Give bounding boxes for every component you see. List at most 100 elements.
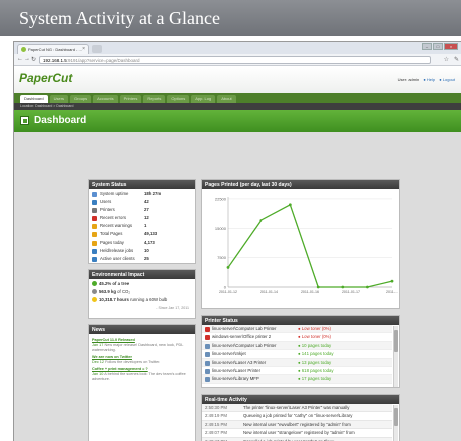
printer-name: linux-server\Computer Lab Printer [212, 326, 277, 331]
user-links: User: admin ● Help ● Logout [398, 77, 455, 82]
trees-row: 45.2% of a tree [92, 280, 192, 288]
maximize-button[interactable]: □ [433, 43, 443, 50]
printer-row[interactable]: linux-server\Laser Printer ● 618 pages to… [202, 367, 392, 376]
status-value: 42 [144, 199, 149, 205]
activity-list: 2:50:30 PM The printer "linux-server\Lase… [202, 404, 392, 441]
printer-status-list: linux-server\Computer Lab Printer ● Low t… [202, 325, 392, 384]
client-icon [92, 256, 97, 262]
printer-status-panel: Printer Status linux-server\Computer Lab… [201, 315, 400, 388]
reload-icon[interactable]: ↻ [31, 56, 36, 63]
bookmark-star-icon[interactable]: ☆ [444, 56, 449, 63]
help-link[interactable]: ● Help [423, 77, 435, 82]
nav-tab-users[interactable]: Users [49, 95, 69, 103]
nav-tab-about[interactable]: About [217, 95, 236, 103]
status-row: Total Pages 49,133 [89, 230, 195, 238]
activity-scroll-thumb[interactable] [394, 408, 398, 426]
pages-today-icon [92, 240, 97, 246]
nav-tab-dashboard[interactable]: Dashboard [20, 95, 48, 103]
printer-status-text: ● 17 pages today [298, 376, 332, 382]
favicon-icon [21, 47, 26, 53]
x-tick-label: 2011-01-12 [219, 290, 237, 294]
printer-name: linux-server\Computer Lab Printer [212, 342, 277, 348]
activity-row: 2:49:07 PM New internal user "strangelove… [202, 429, 392, 438]
status-row: Users 42 [89, 198, 195, 206]
breadcrumb: Location: Dashboard > Dashboard [14, 103, 461, 110]
activity-message: New internal user "ewvulbert" registered… [243, 421, 351, 427]
status-row: Active user clients 25 [89, 255, 195, 263]
activity-row: 2:49:15 PM New internal user "ewvulbert" … [202, 420, 392, 430]
status-label: Recent errors [100, 215, 127, 221]
forward-icon[interactable]: → [24, 56, 30, 62]
printer-row[interactable]: windows-server\Office printer 2 ● Low ton… [202, 333, 392, 342]
status-row: System uptime 18h 27m [89, 190, 195, 198]
printer-icon [205, 360, 210, 366]
news-list: PaperCut 11.0 Released Jan 17 New major r… [89, 334, 195, 386]
printer-status-scroll-thumb[interactable] [394, 330, 398, 352]
status-label: System uptime [100, 191, 129, 196]
status-label: Printers [100, 207, 115, 213]
status-value: 4,173 [144, 239, 155, 245]
bulb-value: 10,318.7 hours [99, 297, 129, 302]
page-title: Dashboard [34, 115, 87, 126]
nav-tab-reports[interactable]: Reports [143, 95, 166, 103]
browser-tab[interactable]: PaperCut NG : Dashboard - ... × [17, 44, 89, 54]
pages-printed-panel: Pages Printed (per day, last 30 days) 0 7… [201, 179, 400, 309]
printer-name: linux-server\Inkjet [212, 351, 246, 357]
user-label: User: admin [397, 77, 420, 82]
activity-row: 2:49:47 PM Cancelled a job printed by use… [202, 437, 392, 441]
url-path: :9191/app?service=page/Dashboard [66, 58, 140, 63]
activity-scrollbar[interactable] [393, 405, 398, 441]
status-value: 18h 27m [144, 191, 162, 196]
clock-icon [92, 192, 97, 197]
x-tick-label: 2011-01-14 [260, 290, 278, 294]
news-item-body: Jan 10 A behind the scenes look: The dev… [92, 372, 192, 382]
printer-status-value: Low toner (0%) [301, 334, 331, 340]
printer-status-title: Printer Status [202, 316, 399, 325]
news-item-body: Dec 12 Follow the developers on Twitter. [92, 360, 192, 365]
url-input[interactable]: 192.168.1.5:9191/app?service=page/Dashbo… [39, 56, 431, 64]
wrench-icon[interactable]: ✎ [454, 56, 459, 63]
printer-row[interactable]: linux-server\Computer Lab Printer ● 10 pa… [202, 341, 392, 351]
new-tab-button[interactable] [92, 45, 102, 53]
status-label: Held/release jobs [100, 247, 134, 253]
papercut-logo: PaperCut [19, 71, 73, 85]
main-nav-tabs: Dashboard Users Groups Accounts Printers Repo… [14, 93, 461, 103]
y-tick-label: 15000 [215, 226, 227, 231]
data-point [366, 285, 369, 289]
data-point [226, 266, 230, 269]
activity-message: The printer "linux-server\Laser A3 Print… [243, 405, 350, 410]
printer-status-text: ● Low toner (0%) [298, 334, 331, 340]
status-value: 10 [144, 247, 149, 253]
tab-close-icon[interactable]: × [82, 46, 85, 52]
nav-tab-app-log[interactable]: App. Log [191, 95, 216, 103]
hold-icon [92, 248, 97, 254]
minimize-button[interactable]: – [422, 43, 432, 50]
nav-tab-options[interactable]: Options [167, 95, 190, 103]
data-point [341, 285, 345, 289]
back-icon[interactable]: ← [17, 56, 23, 62]
activity-row: 2:50:30 PM The printer "linux-server\Lase… [202, 404, 392, 413]
printer-name: linux-server\Library MFP [212, 376, 259, 382]
bulb-suffix: running a 60W bulb [130, 297, 168, 302]
co2-icon [92, 289, 97, 295]
printer-row[interactable]: linux-server\Computer Lab Printer ● Low t… [202, 325, 392, 334]
printer-row[interactable]: linux-server\Laser A3 Printer ● 13 pages … [202, 358, 392, 367]
nav-tab-printers[interactable]: Printers [119, 95, 142, 103]
nav-tab-groups[interactable]: Groups [70, 95, 92, 103]
activity-message: Queueing a job printed for "cathy" on "l… [243, 413, 353, 419]
since-date: - Since Jan 17, 2011 [156, 306, 189, 310]
status-row: Printers 27 [89, 206, 195, 214]
status-row: Held/release jobs 10 [89, 247, 195, 255]
logout-label: Logout [442, 77, 455, 82]
logout-link[interactable]: ● Logout [439, 77, 455, 82]
printer-status-value: Low toner (0%) [301, 326, 331, 331]
close-window-button[interactable]: × [444, 43, 458, 50]
printer-status-scrollbar[interactable] [393, 326, 398, 387]
printer-row[interactable]: linux-server\Inkjet ● 141 pages today [202, 350, 392, 359]
nav-tab-accounts[interactable]: Accounts [93, 95, 118, 103]
environment-panel: Environmental Impact 45.2% of a tree 563… [88, 269, 196, 319]
printer-status-text: ● 141 pages today [298, 351, 334, 357]
environment-title: Environmental Impact [89, 270, 195, 279]
printer-row[interactable]: linux-server\Library MFP ● 17 pages today [202, 375, 392, 384]
url-host: 192.168.1.5 [43, 58, 67, 63]
